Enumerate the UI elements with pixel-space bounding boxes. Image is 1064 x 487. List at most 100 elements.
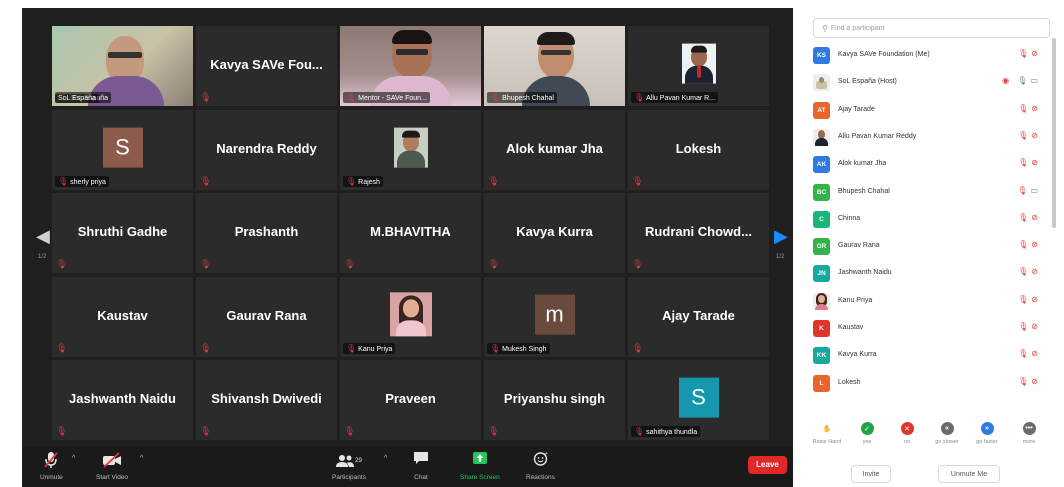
- reaction-yes-button[interactable]: ✓ yes: [847, 422, 887, 445]
- participant-row[interactable]: JN Jashwanth Naidu 🎙︎⊘: [805, 260, 1051, 287]
- muted-mic-icon: 🎙︎: [1018, 212, 1032, 222]
- reaction-go-slower-button[interactable]: « go slower: [927, 422, 967, 445]
- participant-status-icons: 🎙︎⊘: [1018, 377, 1041, 386]
- start-video-button[interactable]: Start Video: [96, 451, 128, 481]
- video-off-icon: ⊘: [1031, 158, 1041, 168]
- participant-row[interactable]: KS Kavya SAVe Foundation (Me) 🎙︎⊘: [805, 42, 1051, 69]
- tile-name-text: Mukesh Singh: [502, 345, 547, 353]
- participant-status-icons: 🎙︎▭: [1017, 186, 1041, 195]
- video-tile[interactable]: Prashanth 🎙︎: [196, 193, 337, 273]
- tile-name-label: 🎙︎ Bhupesh Chahal: [487, 92, 557, 103]
- reaction-go-faster-button[interactable]: » go faster: [967, 422, 1007, 445]
- video-tile[interactable]: Gaurav Rana 🎙︎: [196, 276, 337, 357]
- muted-mic-icon: 🎙︎: [200, 426, 212, 436]
- muted-mic-icon: 🎙︎: [56, 259, 68, 269]
- participant-name: Kavya SAVe Foundation (Me): [838, 51, 930, 58]
- muted-mic-icon: 🎙︎: [200, 92, 212, 102]
- chat-button[interactable]: Chat: [413, 451, 429, 481]
- video-tile[interactable]: m 🎙︎ Mukesh Singh: [484, 276, 625, 357]
- smiley-icon: +: [533, 451, 548, 471]
- prev-page-arrow-icon[interactable]: ◀: [36, 226, 50, 247]
- video-tile[interactable]: S 🎙︎ sahithya thundla: [628, 360, 769, 440]
- participant-avatar: [813, 74, 830, 92]
- participant-row[interactable]: GR Gaurav Rana 🎙︎⊘: [805, 233, 1051, 260]
- tile-name-label: 🎙︎ Allu Pavan Kumar R...: [631, 92, 719, 103]
- reactions-button[interactable]: + Reactions: [526, 451, 555, 481]
- muted-mic-icon: 🎙︎: [632, 259, 644, 269]
- participant-row[interactable]: Kanu Priya 🎙︎⊘: [805, 288, 1051, 315]
- video-tile[interactable]: 🎙︎SoL EspañaSoL España: [52, 26, 193, 106]
- participant-row[interactable]: AK Alok kumar Jha 🎙︎⊘: [805, 151, 1051, 178]
- video-off-icon: ⊘: [1031, 103, 1041, 113]
- participant-row[interactable]: AT Ajay Tarade 🎙︎⊘: [805, 97, 1051, 124]
- video-options-caret-icon[interactable]: ^: [140, 455, 143, 462]
- video-tile[interactable]: M.BHAVITHA 🎙︎: [340, 193, 481, 273]
- video-tile[interactable]: 🎙︎ Mentor - SAVe Foun...: [340, 26, 481, 106]
- chat-label: Chat: [414, 474, 428, 481]
- participant-list[interactable]: KS Kavya SAVe Foundation (Me) 🎙︎⊘ SoL Españ…: [805, 42, 1051, 402]
- participant-name: Jashwanth Naidu: [838, 269, 892, 277]
- video-tile[interactable]: Shivansh Dwivedi 🎙︎: [196, 360, 337, 440]
- video-tile[interactable]: Narendra Reddy 🎙︎: [196, 109, 337, 190]
- muted-mic-icon: 🎙︎: [1018, 294, 1032, 304]
- tile-name-label: 🎙︎ sherly priya: [55, 175, 109, 187]
- participant-avatar: JN: [813, 265, 830, 283]
- leave-button[interactable]: Leave: [748, 456, 787, 474]
- video-tile[interactable]: Alok kumar Jha 🎙︎: [484, 109, 625, 190]
- reaction-raise-hand-button[interactable]: ✋ Raise Hand: [807, 422, 847, 445]
- muted-mic-icon: 🎙︎: [1018, 103, 1032, 113]
- tile-name-text: Mentor - SAVe Foun...: [358, 95, 427, 102]
- participant-row[interactable]: C Chinna 🎙︎⊘: [805, 206, 1051, 233]
- participant-row[interactable]: Allu Pavan Kumar Reddy 🎙︎⊘: [805, 124, 1051, 151]
- participant-row[interactable]: BC Bhupesh Chahal 🎙︎▭: [805, 179, 1051, 206]
- video-tile[interactable]: Priyanshu singh 🎙︎: [484, 360, 625, 440]
- participant-row[interactable]: K Kaustav 🎙︎⊘: [805, 315, 1051, 342]
- video-tile[interactable]: Praveen 🎙︎: [340, 360, 481, 440]
- video-tile[interactable]: 🎙︎ Bhupesh Chahal: [484, 26, 625, 106]
- participant-row[interactable]: SoL España (Host) ◉ 🎙︎▭: [805, 69, 1051, 96]
- meeting-window: 🎙︎SoL EspañaSoL España Kavya SAVe Fou... 🎙…: [22, 8, 793, 487]
- participant-row[interactable]: L Lokesh 🎙︎⊘: [805, 370, 1051, 397]
- reaction-icon: ✓: [860, 422, 874, 435]
- video-tile[interactable]: Lokesh 🎙︎: [628, 109, 769, 190]
- reaction-no-button[interactable]: ✕ no: [887, 422, 927, 445]
- video-off-icon: ⊘: [1031, 212, 1041, 222]
- video-tile[interactable]: Ajay Tarade 🎙︎: [628, 276, 769, 357]
- share-screen-button[interactable]: Share Screen: [460, 451, 500, 481]
- unmute-me-button[interactable]: Unmute Me: [938, 465, 1000, 483]
- audio-options-caret-icon[interactable]: ^: [72, 455, 75, 462]
- video-tile[interactable]: Kavya SAVe Fou... 🎙︎: [196, 26, 337, 106]
- video-tile[interactable]: 🎙︎ Allu Pavan Kumar R...: [628, 26, 769, 106]
- tile-name-text: Kanu Priya: [358, 345, 393, 353]
- participant-search-input[interactable]: ⚲ Find a participant: [813, 18, 1050, 38]
- tile-name-label: SoL España: [55, 94, 99, 103]
- participant-row[interactable]: KK Kavya Kurra 🎙︎⊘: [805, 342, 1051, 369]
- video-off-icon: ⊘: [1031, 130, 1041, 140]
- next-page-arrow-icon[interactable]: ▶: [774, 226, 788, 247]
- video-tile[interactable]: Kavya Kurra 🎙︎: [484, 193, 625, 273]
- invite-button[interactable]: Invite: [851, 465, 891, 483]
- video-tile[interactable]: Kaustav 🎙︎: [52, 276, 193, 357]
- share-screen-icon: [472, 451, 488, 471]
- tile-name-text: Rajesh: [358, 178, 380, 186]
- video-tile[interactable]: Jashwanth Naidu 🎙︎: [52, 360, 193, 440]
- video-tile[interactable]: Rudrani Chowd... 🎙︎: [628, 193, 769, 273]
- video-off-icon: ⊘: [1031, 240, 1041, 250]
- muted-mic-icon: 🎙︎: [346, 176, 357, 186]
- video-tile[interactable]: 🎙︎ Kanu Priya: [340, 276, 481, 357]
- participant-name: Gaurav Rana: [226, 307, 307, 323]
- participants-options-caret-icon[interactable]: ^: [384, 455, 387, 462]
- video-off-icon: ⊘: [1031, 294, 1041, 304]
- reaction-more-button[interactable]: ••• more: [1009, 422, 1049, 445]
- video-tile[interactable]: 🎙︎ Rajesh: [340, 109, 481, 190]
- reaction-label: Raise Hand: [812, 439, 842, 445]
- reaction-label: no: [903, 439, 911, 445]
- video-tile[interactable]: Shruthi Gadhe 🎙︎: [52, 193, 193, 273]
- participant-list-scrollbar[interactable]: [1052, 38, 1056, 228]
- mic-on-icon: 🎙︎: [1017, 76, 1031, 86]
- unmute-label: Unmute: [40, 474, 63, 481]
- participants-button[interactable]: 29 Participants: [332, 451, 366, 481]
- unmute-button[interactable]: Unmute: [40, 451, 63, 481]
- video-tile[interactable]: S 🎙︎ sherly priya: [52, 109, 193, 190]
- tile-name-label: 🎙︎ Mentor - SAVe Foun...: [343, 92, 430, 103]
